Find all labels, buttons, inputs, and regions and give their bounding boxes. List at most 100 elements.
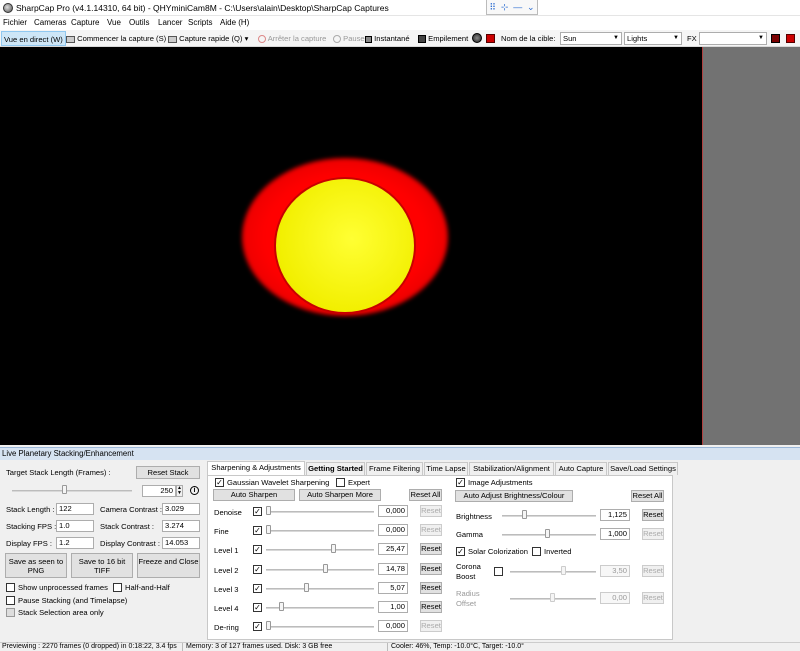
sharpen-row-slider-track[interactable] [266,530,374,532]
sharpen-row-slider-thumb[interactable] [266,506,271,515]
menu-capture[interactable]: Capture [71,18,99,27]
info-icon[interactable]: i [190,486,199,495]
brightness-reset-button[interactable]: Reset [642,509,664,521]
auto-sharpen-more-button[interactable]: Auto Sharpen More [299,489,381,501]
pause-stacking-checkbox[interactable] [6,596,15,605]
gamma-reset-button[interactable]: Reset [642,528,664,540]
stack-length-spinner[interactable]: ▲ ▼ [176,485,183,497]
sharpen-row-slider-thumb[interactable] [304,583,309,592]
sharpen-row-value[interactable]: 14,78 [378,563,408,575]
stack-selection-checkbox[interactable] [6,608,15,617]
move-icon[interactable]: ⊹ [501,2,509,13]
drag-handle-icon[interactable]: ⠿ [489,2,496,13]
snapshot-button[interactable]: Instantané [365,32,410,45]
window-snap-controls[interactable]: ⠿ ⊹ — ⌄ [486,0,538,15]
save-png-button[interactable]: Save as seen to PNG [5,553,67,578]
corona-boost-slider-track[interactable] [510,571,596,573]
minimize-icon[interactable]: — [513,2,522,12]
red-record-icon[interactable] [786,34,795,43]
brightness-slider-thumb[interactable] [522,510,527,519]
tab-getting-started[interactable]: Getting Started [306,462,365,475]
reset-stack-button[interactable]: Reset Stack [136,466,200,479]
pause-button[interactable]: Pause [333,32,365,45]
sharpen-row-value[interactable]: 0,000 [378,620,408,632]
sharpen-row-reset-button[interactable]: Reset [420,505,442,517]
solar-colorization-checkbox[interactable]: ✓ [456,547,465,556]
sharpen-row-reset-button[interactable]: Reset [420,524,442,536]
save-tiff-button[interactable]: Save to 16 bit TIFF [71,553,133,578]
image-adjustments-checkbox[interactable]: ✓ [456,478,465,487]
sharpen-row-reset-button[interactable]: Reset [420,543,442,555]
freeze-close-button[interactable]: Freeze and Close [137,553,200,578]
radius-offset-reset-button[interactable]: Reset [642,592,664,604]
brightness-slider-track[interactable] [502,515,596,517]
corona-boost-slider-thumb[interactable] [561,566,566,575]
histogram-icon[interactable] [472,33,482,43]
radius-offset-slider-thumb[interactable] [550,593,555,602]
sharpen-row-slider-track[interactable] [266,588,374,590]
inverted-checkbox[interactable] [532,547,541,556]
tab-auto-capture[interactable]: Auto Capture [555,462,607,475]
fx-select[interactable]: ▼ [699,32,767,45]
menu-scripts[interactable]: Scripts [188,18,212,27]
target-name-select[interactable]: Sun ▼ [560,32,622,45]
sharpen-row-checkbox[interactable]: ✓ [253,622,262,631]
sharpen-row-slider-thumb[interactable] [266,525,271,534]
live-view-button[interactable]: Vue en direct (W) [1,31,66,46]
half-and-half-checkbox[interactable] [113,583,122,592]
gamma-slider-thumb[interactable] [545,529,550,538]
brightness-value[interactable]: 1,125 [600,509,630,521]
sharpen-row-value[interactable]: 5,07 [378,582,408,594]
chevron-down-icon[interactable]: ⌄ [527,2,535,13]
sharpen-row-slider-thumb[interactable] [323,564,328,573]
sharpen-row-slider-track[interactable] [266,549,374,551]
sharpen-row-reset-button[interactable]: Reset [420,563,442,575]
dropdown-arrow-icon[interactable]: ▾ [245,34,249,43]
sharpen-row-slider-thumb[interactable] [279,602,284,611]
frame-type-select[interactable]: Lights ▼ [624,32,682,45]
menu-lancer[interactable]: Lancer [158,18,182,27]
sharpen-row-checkbox[interactable]: ✓ [253,545,262,554]
sharpen-row-reset-button[interactable]: Reset [420,601,442,613]
sharpen-reset-all-button[interactable]: Reset All [409,489,442,501]
start-capture-button[interactable]: Commencer la capture (S) [66,32,166,45]
sharpen-row-slider-track[interactable] [266,569,374,571]
menu-cameras[interactable]: Cameras [34,18,66,27]
tab-save-load[interactable]: Save/Load Settings [608,462,678,475]
sharpen-row-reset-button[interactable]: Reset [420,620,442,632]
tab-frame-filtering[interactable]: Frame Filtering [366,462,423,475]
stop-capture-button[interactable]: Arrêter la capture [258,32,326,45]
menu-outils[interactable]: Outils [129,18,149,27]
sharpen-row-value[interactable]: 0,000 [378,505,408,517]
stack-length-slider-track[interactable] [12,490,132,492]
gaussian-sharpening-checkbox[interactable]: ✓ [215,478,224,487]
adjust-reset-all-button[interactable]: Reset All [631,490,664,502]
sharpen-row-checkbox[interactable]: ✓ [253,507,262,516]
quick-capture-button[interactable]: Capture rapide (Q) ▾ [168,32,248,45]
stacking-button[interactable]: Empilement [418,32,468,45]
expert-checkbox[interactable] [336,478,345,487]
sharpen-row-checkbox[interactable]: ✓ [253,526,262,535]
sharpen-row-slider-thumb[interactable] [331,544,336,553]
corona-boost-value[interactable]: 3,50 [600,565,630,577]
sharpen-row-slider-track[interactable] [266,511,374,513]
sharpen-row-checkbox[interactable]: ✓ [253,565,262,574]
tab-sharpening[interactable]: Sharpening & Adjustments [207,461,305,475]
stack-length-slider-thumb[interactable] [62,485,67,494]
sharpen-row-value[interactable]: 1,00 [378,601,408,613]
show-unprocessed-checkbox[interactable] [6,583,15,592]
sharpen-row-reset-button[interactable]: Reset [420,582,442,594]
sharpen-row-slider-track[interactable] [266,626,374,628]
sharpen-row-value[interactable]: 0,000 [378,524,408,536]
sharpen-row-checkbox[interactable]: ✓ [253,584,262,593]
sharpen-row-value[interactable]: 25,47 [378,543,408,555]
corona-boost-reset-button[interactable]: Reset [642,565,664,577]
sharpen-row-checkbox[interactable]: ✓ [253,603,262,612]
tab-stabilization[interactable]: Stabilization/Alignment [469,462,554,475]
crosshair-icon[interactable] [771,34,780,43]
auto-adjust-button[interactable]: Auto Adjust Brightness/Colour [455,490,573,502]
menu-fichier[interactable]: Fichier [3,18,27,27]
gamma-value[interactable]: 1,000 [600,528,630,540]
radius-offset-value[interactable]: 0,00 [600,592,630,604]
menu-vue[interactable]: Vue [107,18,121,27]
